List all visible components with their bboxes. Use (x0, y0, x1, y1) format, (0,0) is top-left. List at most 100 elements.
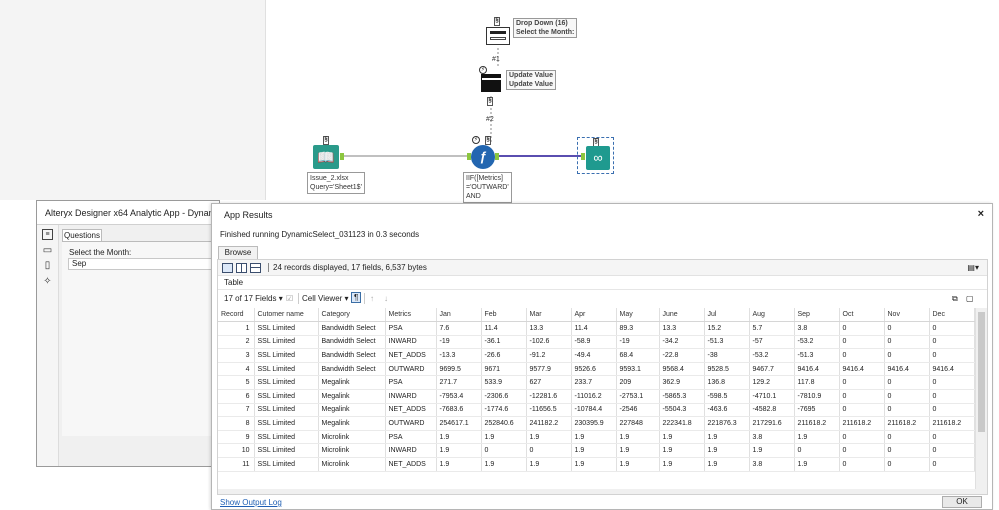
table-cell: 129.2 (749, 375, 795, 391)
column-header[interactable]: Record (218, 308, 255, 323)
filter-tool[interactable]: ⚡ § ƒ (465, 136, 499, 170)
table-row[interactable]: 11 SSL Limited Microlink NET_ADDS 1.9 1.9 1.9 1… (218, 457, 975, 472)
copy-icon[interactable]: ⧉ (952, 294, 958, 304)
table-cell: -49.4 (571, 348, 617, 363)
table-cell: 1.9 (659, 457, 705, 472)
table-row[interactable]: 5 SSL Limited Megalink PSA 271.7 533.9 627 233.… (218, 375, 975, 391)
record-number: 5 (218, 375, 255, 391)
table-view-icon[interactable] (222, 263, 233, 273)
table-cell: SSL Limited (254, 430, 319, 445)
column-header[interactable]: Aug (749, 308, 795, 323)
arrow-down-icon[interactable]: ↓ (384, 294, 388, 303)
app-results-window[interactable]: App Results × Finished running DynamicSe… (211, 203, 993, 510)
wand-icon[interactable]: ✧ (42, 276, 53, 287)
table-cell: 0 (481, 443, 527, 459)
questions-icon[interactable]: ≡ (42, 229, 53, 240)
update-value-tool[interactable]: ⚡ § (479, 66, 505, 106)
analytic-app-window[interactable]: Alteryx Designer x64 Analytic App - Dyna… (36, 200, 220, 467)
column-header[interactable]: June (659, 308, 705, 323)
window-title: Alteryx Designer x64 Analytic App - Dyna… (37, 201, 219, 225)
table-cell: 1.9 (571, 443, 617, 459)
column-header[interactable]: Mar (526, 308, 572, 323)
input-data-tool[interactable]: § 📖 (311, 136, 344, 170)
table-cell: -11016.2 (571, 389, 617, 404)
table-cell: -51.3 (704, 335, 750, 350)
table-row[interactable]: 1 SSL Limited Bandwidth Select PSA 7.6 11.4 13… (218, 321, 975, 336)
table-row[interactable]: 6 SSL Limited Megalink INWARD -7953.4 -2306.6… (218, 389, 975, 404)
column-header[interactable]: May (616, 308, 660, 323)
folder-icon[interactable]: ▭ (42, 245, 53, 256)
stacked-view-icon[interactable] (250, 263, 261, 273)
table-cell: -2306.6 (481, 389, 527, 404)
input-anchor: § (323, 136, 329, 145)
table-row[interactable]: 4 SSL Limited Bandwidth Select OUTWARD 9699.… (218, 362, 975, 377)
table-cell: SSL Limited (254, 403, 319, 418)
column-header[interactable]: Nov (884, 308, 930, 323)
document-icon[interactable]: ▯ (42, 260, 53, 271)
table-cell: SSL Limited (254, 443, 319, 459)
cell-viewer-label: Cell Viewer (302, 294, 343, 303)
column-header[interactable]: Jul (704, 308, 750, 323)
table-cell: -7810.9 (794, 389, 840, 404)
table-cell: 9416.4 (929, 362, 975, 377)
table-row[interactable]: 8 SSL Limited Megalink OUTWARD 254617.1 25284… (218, 416, 975, 431)
column-header[interactable]: Feb (481, 308, 527, 323)
pilcrow-button[interactable]: ¶ (351, 292, 362, 303)
dropdown-tool[interactable]: § (485, 17, 511, 48)
horizontal-scrollbar[interactable] (218, 489, 987, 494)
arrow-up-icon[interactable]: ↑ (370, 294, 374, 303)
table-cell: -7683.6 (436, 403, 482, 418)
table-cell: Megalink (318, 375, 386, 391)
table-row[interactable]: 3 SSL Limited Bandwidth Select NET_ADDS -13.… (218, 348, 975, 363)
column-header[interactable]: Jan (436, 308, 482, 323)
column-header[interactable]: Dec (929, 308, 975, 323)
dropdown-icon (486, 27, 510, 45)
table-cell: 117.8 (794, 375, 840, 391)
table-row[interactable]: 9 SSL Limited Microlink PSA 1.9 1.9 1.9 1.9 1.9 1… (218, 430, 975, 445)
show-output-log-link[interactable]: Show Output Log (220, 498, 282, 507)
results-title: App Results (224, 210, 273, 220)
table-cell: 0 (884, 348, 930, 363)
table-cell: -13.3 (436, 348, 482, 363)
table-cell: 0 (526, 443, 572, 459)
table-cell: 211618.2 (929, 416, 975, 431)
fields-selector[interactable]: 17 of 17 Fields ▾ (224, 294, 283, 303)
workflow-canvas[interactable]: § Drop Down (16) Select the Month: #1 ⚡ … (267, 0, 999, 203)
table-cell: -1774.6 (481, 403, 527, 418)
column-header[interactable]: Metrics (385, 308, 437, 323)
record-number: 2 (218, 335, 255, 350)
book-icon: 📖 (313, 145, 339, 169)
browse-tool[interactable]: § ∞ (577, 137, 614, 174)
annotation-line: AND (466, 193, 481, 200)
table-row[interactable]: 7 SSL Limited Megalink NET_ADDS -7683.6 -1774… (218, 403, 975, 418)
table-row[interactable]: 2 SSL Limited Bandwidth Select INWARD -19 -36… (218, 335, 975, 350)
table-cell: -7695 (794, 403, 840, 418)
close-icon[interactable]: × (978, 208, 984, 220)
column-header[interactable]: Apr (571, 308, 617, 323)
checkbox-icon[interactable]: ☑ (286, 294, 293, 303)
split-view-icon[interactable] (236, 263, 247, 273)
grid-toolbar: 17 of 17 Fields ▾ ☑ Cell Viewer ▾ ¶ ↑ ↓ … (218, 291, 987, 307)
column-header[interactable]: Oct (839, 308, 885, 323)
tab-table[interactable]: Table (224, 278, 243, 287)
paste-icon[interactable]: ▢ (966, 294, 974, 303)
column-header[interactable]: Sep (794, 308, 840, 323)
layout-menu-icon[interactable]: ▤▾ (967, 263, 979, 272)
cell-viewer-dropdown[interactable]: Cell Viewer ▾ (302, 294, 349, 303)
scrollbar-thumb[interactable] (978, 312, 985, 432)
table-cell: 533.9 (481, 375, 527, 391)
questions-panel: Select the Month: Sep (62, 241, 219, 436)
column-header[interactable]: Category (318, 308, 386, 323)
column-header[interactable]: Cutomer name (254, 308, 319, 323)
table-row[interactable]: 10 SSL Limited Microlink INWARD 1.9 0 0 1.9 1.9 1… (218, 443, 975, 459)
tab-browse[interactable]: Browse (12) (218, 246, 258, 269)
table-cell: 211618.2 (839, 416, 885, 431)
table-cell: -91.2 (526, 348, 572, 363)
results-grid[interactable]: Record Cutomer name Category Metrics Jan Feb M… (218, 308, 975, 494)
table-cell: 89.3 (616, 321, 660, 336)
ok-button[interactable]: OK (942, 496, 982, 508)
month-dropdown[interactable]: Sep (68, 258, 219, 270)
table-cell: 9467.7 (749, 362, 795, 377)
table-cell: -34.2 (659, 335, 705, 350)
vertical-scrollbar[interactable] (975, 308, 987, 494)
